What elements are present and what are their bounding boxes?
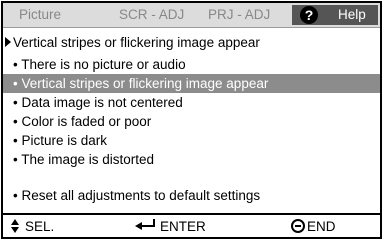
tab-prj-adj[interactable]: PRJ - ADJ [208,7,270,22]
help-menu-window: Picture SCR - ADJ PRJ - ADJ ? Help Verti… [1,1,382,239]
topic-vertical-stripes[interactable]: • Vertical stripes or flickering image a… [3,74,380,93]
footer-end-label: END [307,219,336,234]
enter-icon [135,219,157,231]
footer-select-label: SEL. [25,219,55,234]
topic-color-faded[interactable]: • Color is faded or poor [3,112,380,131]
footer-enter-label: ENTER [160,219,206,234]
tab-help[interactable]: ? Help [292,5,378,25]
tab-help-label: Help [338,7,366,22]
end-button-icon [291,219,305,234]
tab-bar: Picture SCR - ADJ PRJ - ADJ ? Help [3,3,380,28]
help-question-icon: ? [300,6,318,24]
list-item-label: • Data image is not centered [13,95,183,110]
footer-select-hint: SEL. [11,219,54,234]
topic-image-distorted[interactable]: • The image is distorted [3,150,380,169]
footer-end-hint: END [291,219,336,234]
list-item-label: • The image is distorted [13,152,155,167]
topic-reset-all[interactable]: • Reset all adjustments to default setti… [3,186,380,205]
topic-no-picture-or-audio[interactable]: • There is no picture or audio [3,55,380,74]
topic-data-image-not-centered[interactable]: • Data image is not centered [3,93,380,112]
tab-picture[interactable]: Picture [19,7,61,22]
current-topic-heading: Vertical stripes or flickering image app… [5,35,260,50]
list-item-label: • Vertical stripes or flickering image a… [13,76,269,91]
list-item-label: • There is no picture or audio [13,57,186,72]
heading-text: Vertical stripes or flickering image app… [13,35,260,50]
list-item-label: • Picture is dark [13,133,108,148]
list-item-label: • Reset all adjustments to default setti… [13,188,261,203]
tab-scr-adj[interactable]: SCR - ADJ [119,7,184,22]
footer-enter-hint: ENTER [135,219,206,234]
list-item-label: • Color is faded or poor [13,114,152,129]
up-down-arrow-icon [11,219,20,234]
pointer-arrow-icon [5,37,11,48]
topic-picture-dark[interactable]: • Picture is dark [3,131,380,150]
footer-bar: SEL. ENTER END [3,213,380,239]
